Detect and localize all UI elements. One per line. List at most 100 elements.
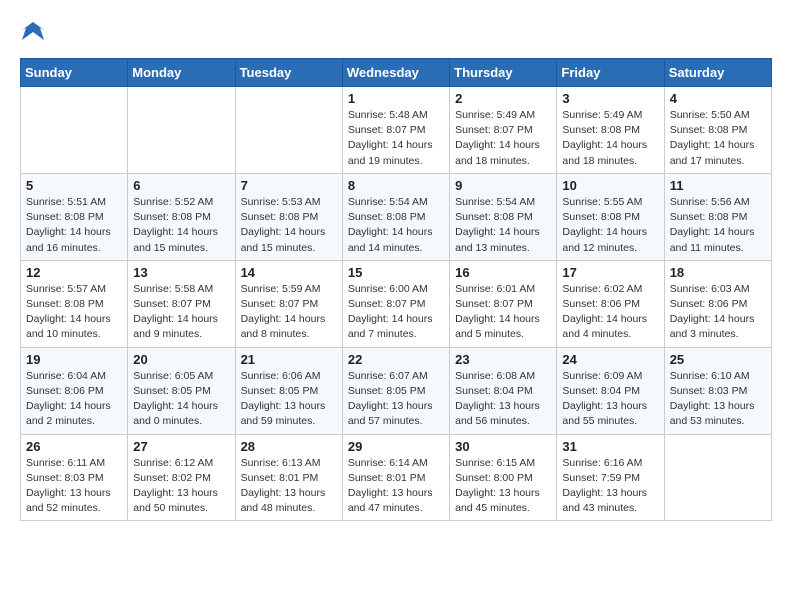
day-header-wednesday: Wednesday [342,59,449,87]
day-number: 9 [455,178,551,193]
day-number: 15 [348,265,444,280]
calendar-cell: 12 Sunrise: 5:57 AMSunset: 8:08 PMDayligh… [21,260,128,347]
day-number: 5 [26,178,122,193]
cell-content: Sunrise: 6:14 AMSunset: 8:01 PMDaylight:… [348,456,444,517]
day-number: 23 [455,352,551,367]
day-number: 13 [133,265,229,280]
day-number: 11 [670,178,766,193]
day-number: 10 [562,178,658,193]
calendar-cell: 13 Sunrise: 5:58 AMSunset: 8:07 PMDayligh… [128,260,235,347]
cell-content: Sunrise: 5:49 AMSunset: 8:08 PMDaylight:… [562,108,658,169]
calendar-cell: 14 Sunrise: 5:59 AMSunset: 8:07 PMDayligh… [235,260,342,347]
calendar-cell: 23 Sunrise: 6:08 AMSunset: 8:04 PMDayligh… [450,347,557,434]
calendar-cell [664,434,771,521]
cell-content: Sunrise: 5:51 AMSunset: 8:08 PMDaylight:… [26,195,122,256]
calendar-cell: 5 Sunrise: 5:51 AMSunset: 8:08 PMDaylight… [21,173,128,260]
calendar-cell: 20 Sunrise: 6:05 AMSunset: 8:05 PMDayligh… [128,347,235,434]
cell-content: Sunrise: 5:55 AMSunset: 8:08 PMDaylight:… [562,195,658,256]
day-number: 12 [26,265,122,280]
calendar-cell: 15 Sunrise: 6:00 AMSunset: 8:07 PMDayligh… [342,260,449,347]
cell-content: Sunrise: 6:08 AMSunset: 8:04 PMDaylight:… [455,369,551,430]
cell-content: Sunrise: 5:48 AMSunset: 8:07 PMDaylight:… [348,108,444,169]
day-number: 2 [455,91,551,106]
day-header-sunday: Sunday [21,59,128,87]
calendar-cell: 26 Sunrise: 6:11 AMSunset: 8:03 PMDayligh… [21,434,128,521]
cell-content: Sunrise: 5:58 AMSunset: 8:07 PMDaylight:… [133,282,229,343]
day-number: 14 [241,265,337,280]
calendar-cell [128,87,235,174]
day-header-thursday: Thursday [450,59,557,87]
day-number: 28 [241,439,337,454]
day-number: 20 [133,352,229,367]
day-number: 29 [348,439,444,454]
cell-content: Sunrise: 6:11 AMSunset: 8:03 PMDaylight:… [26,456,122,517]
cell-content: Sunrise: 6:15 AMSunset: 8:00 PMDaylight:… [455,456,551,517]
day-number: 8 [348,178,444,193]
calendar-table: SundayMondayTuesdayWednesdayThursdayFrid… [20,58,772,521]
cell-content: Sunrise: 6:09 AMSunset: 8:04 PMDaylight:… [562,369,658,430]
calendar-cell: 4Sunrise: 5:50 AMSunset: 8:08 PMDaylight… [664,87,771,174]
calendar-cell: 8 Sunrise: 5:54 AMSunset: 8:08 PMDaylight… [342,173,449,260]
cell-content: Sunrise: 5:56 AMSunset: 8:08 PMDaylight:… [670,195,766,256]
cell-content: Sunrise: 5:49 AMSunset: 8:07 PMDaylight:… [455,108,551,169]
calendar-cell: 19 Sunrise: 6:04 AMSunset: 8:06 PMDayligh… [21,347,128,434]
calendar-cell: 25Sunrise: 6:10 AMSunset: 8:03 PMDayligh… [664,347,771,434]
cell-content: Sunrise: 6:04 AMSunset: 8:06 PMDaylight:… [26,369,122,430]
cell-content: Sunrise: 6:00 AMSunset: 8:07 PMDaylight:… [348,282,444,343]
day-header-friday: Friday [557,59,664,87]
day-number: 3 [562,91,658,106]
cell-content: Sunrise: 6:06 AMSunset: 8:05 PMDaylight:… [241,369,337,430]
day-number: 16 [455,265,551,280]
calendar-cell: 16Sunrise: 6:01 AMSunset: 8:07 PMDayligh… [450,260,557,347]
cell-content: Sunrise: 5:59 AMSunset: 8:07 PMDaylight:… [241,282,337,343]
day-number: 1 [348,91,444,106]
day-header-saturday: Saturday [664,59,771,87]
day-number: 4 [670,91,766,106]
week-row-4: 19 Sunrise: 6:04 AMSunset: 8:06 PMDayligh… [21,347,772,434]
day-number: 21 [241,352,337,367]
day-number: 26 [26,439,122,454]
day-number: 30 [455,439,551,454]
cell-content: Sunrise: 5:52 AMSunset: 8:08 PMDaylight:… [133,195,229,256]
day-number: 25 [670,352,766,367]
week-row-3: 12 Sunrise: 5:57 AMSunset: 8:08 PMDayligh… [21,260,772,347]
cell-content: Sunrise: 5:57 AMSunset: 8:08 PMDaylight:… [26,282,122,343]
calendar-cell: 9 Sunrise: 5:54 AMSunset: 8:08 PMDaylight… [450,173,557,260]
cell-content: Sunrise: 6:13 AMSunset: 8:01 PMDaylight:… [241,456,337,517]
day-number: 19 [26,352,122,367]
week-row-5: 26 Sunrise: 6:11 AMSunset: 8:03 PMDayligh… [21,434,772,521]
day-number: 24 [562,352,658,367]
calendar-cell: 30 Sunrise: 6:15 AMSunset: 8:00 PMDayligh… [450,434,557,521]
calendar-cell: 6Sunrise: 5:52 AMSunset: 8:08 PMDaylight… [128,173,235,260]
calendar-cell: 22Sunrise: 6:07 AMSunset: 8:05 PMDayligh… [342,347,449,434]
calendar-cell: 21 Sunrise: 6:06 AMSunset: 8:05 PMDayligh… [235,347,342,434]
header [20,20,772,48]
calendar-cell: 17Sunrise: 6:02 AMSunset: 8:06 PMDayligh… [557,260,664,347]
logo-bird-icon [22,20,44,48]
cell-content: Sunrise: 6:03 AMSunset: 8:06 PMDaylight:… [670,282,766,343]
calendar-cell: 7 Sunrise: 5:53 AMSunset: 8:08 PMDaylight… [235,173,342,260]
calendar-cell: 2 Sunrise: 5:49 AMSunset: 8:07 PMDaylight… [450,87,557,174]
cell-content: Sunrise: 6:05 AMSunset: 8:05 PMDaylight:… [133,369,229,430]
calendar-cell: 10 Sunrise: 5:55 AMSunset: 8:08 PMDayligh… [557,173,664,260]
cell-content: Sunrise: 6:16 AMSunset: 7:59 PMDaylight:… [562,456,658,517]
calendar-cell: 28 Sunrise: 6:13 AMSunset: 8:01 PMDayligh… [235,434,342,521]
calendar-cell: 18Sunrise: 6:03 AMSunset: 8:06 PMDayligh… [664,260,771,347]
cell-content: Sunrise: 5:54 AMSunset: 8:08 PMDaylight:… [348,195,444,256]
calendar-cell: 11 Sunrise: 5:56 AMSunset: 8:08 PMDayligh… [664,173,771,260]
calendar-cell: 24 Sunrise: 6:09 AMSunset: 8:04 PMDayligh… [557,347,664,434]
cell-content: Sunrise: 5:54 AMSunset: 8:08 PMDaylight:… [455,195,551,256]
day-number: 17 [562,265,658,280]
day-header-monday: Monday [128,59,235,87]
day-number: 7 [241,178,337,193]
calendar-cell: 27 Sunrise: 6:12 AMSunset: 8:02 PMDayligh… [128,434,235,521]
cell-content: Sunrise: 5:53 AMSunset: 8:08 PMDaylight:… [241,195,337,256]
logo [20,20,44,48]
week-row-1: 1 Sunrise: 5:48 AMSunset: 8:07 PMDaylight… [21,87,772,174]
cell-content: Sunrise: 6:07 AMSunset: 8:05 PMDaylight:… [348,369,444,430]
day-header-tuesday: Tuesday [235,59,342,87]
calendar-cell [235,87,342,174]
week-row-2: 5 Sunrise: 5:51 AMSunset: 8:08 PMDaylight… [21,173,772,260]
cell-content: Sunrise: 6:12 AMSunset: 8:02 PMDaylight:… [133,456,229,517]
day-number: 27 [133,439,229,454]
